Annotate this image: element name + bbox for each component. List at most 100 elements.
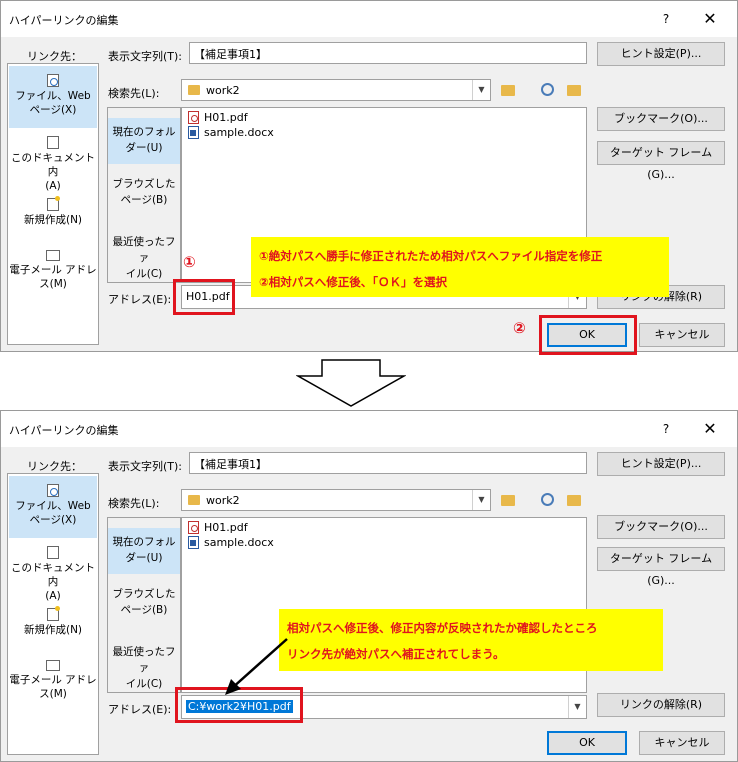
- look-in-select[interactable]: work2 ▼: [181, 489, 491, 511]
- nav-label: 電子メール アドレ: [9, 674, 97, 686]
- side-label: ページ(B): [120, 604, 168, 616]
- chevron-down-icon[interactable]: ▼: [472, 490, 490, 510]
- document-icon: [47, 546, 59, 559]
- remove-link-button[interactable]: リンクの解除(R): [597, 693, 725, 717]
- document-icon: [47, 136, 59, 149]
- file-name: H01.pdf: [204, 521, 248, 534]
- nav-label: このドキュメント内: [11, 152, 95, 178]
- address-label: アドレス(E):: [108, 703, 172, 716]
- look-in-label: 検索先(L):: [108, 497, 160, 510]
- list-item[interactable]: sample.docx: [188, 535, 274, 550]
- browse-web-icon[interactable]: [537, 80, 559, 100]
- side-item-recent-files[interactable]: 最近使ったファ イル(C): [108, 234, 180, 280]
- look-in-label: 検索先(L):: [108, 87, 160, 100]
- ok-button[interactable]: OK: [547, 731, 627, 755]
- display-text-label: 表示文字列(T):: [108, 460, 183, 473]
- nav-item-this-document[interactable]: このドキュメント内 (A): [9, 542, 97, 602]
- display-text-label: 表示文字列(T):: [108, 50, 183, 63]
- title-bar: ハイパーリンクの編集 ? ✕: [1, 411, 737, 447]
- nav-item-create-new[interactable]: 新規作成(N): [9, 194, 97, 234]
- screentip-button[interactable]: ヒント設定(P)...: [597, 42, 725, 66]
- browse-file-icon[interactable]: [563, 80, 585, 100]
- nav-label: 新規作成(N): [23, 624, 83, 636]
- note-line: 相対パスへ修正後、修正内容が反映されたか確認したところ: [287, 621, 598, 635]
- pointer-arrow-icon: [225, 638, 288, 695]
- pdf-icon: [188, 521, 199, 534]
- nav-item-create-new[interactable]: 新規作成(N): [9, 604, 97, 644]
- list-item[interactable]: H01.pdf: [188, 520, 248, 535]
- side-item-recent-files[interactable]: 最近使ったファ イル(C): [108, 644, 180, 690]
- up-folder-icon[interactable]: [497, 80, 519, 100]
- list-item[interactable]: H01.pdf: [188, 110, 248, 125]
- annotation-note-1: ①絶対パスへ勝手に修正されたため相対パスへファイル指定を修正 ②相対パスへ修正後…: [251, 237, 669, 297]
- nav-label: ページ(X): [29, 104, 77, 116]
- side-label: ブラウズした: [112, 588, 176, 600]
- bookmark-button[interactable]: ブックマーク(O)...: [597, 515, 725, 539]
- side-item-browsed-pages[interactable]: ブラウズした ページ(B): [108, 176, 180, 216]
- side-label: イル(C): [125, 268, 163, 280]
- cancel-button[interactable]: キャンセル: [639, 323, 725, 347]
- up-folder-icon[interactable]: [497, 490, 519, 510]
- nav-label: (A): [45, 180, 61, 192]
- file-name: sample.docx: [204, 126, 274, 139]
- side-label: 現在のフォル: [112, 536, 176, 548]
- close-button[interactable]: ✕: [695, 417, 725, 441]
- address-value: H01.pdf: [186, 290, 230, 303]
- word-doc-icon: [188, 536, 199, 549]
- help-button[interactable]: ?: [651, 417, 681, 441]
- globe-icon: [47, 74, 59, 87]
- nav-item-file-web-page[interactable]: ファイル、Web ページ(X): [9, 66, 97, 128]
- display-text-input[interactable]: 【補足事項1】: [189, 42, 587, 64]
- address-input[interactable]: C:¥work2¥H01.pdf ▼: [181, 695, 587, 719]
- new-document-icon: [47, 196, 60, 211]
- look-in-value: work2: [206, 84, 240, 97]
- chevron-down-icon[interactable]: ▼: [568, 696, 586, 718]
- side-label: イル(C): [125, 678, 163, 690]
- side-label: 最近使ったファ: [112, 646, 176, 674]
- nav-label: 新規作成(N): [23, 214, 83, 226]
- help-button[interactable]: ?: [651, 7, 681, 31]
- nav-item-file-web-page[interactable]: ファイル、Web ページ(X): [9, 476, 97, 538]
- browse-web-icon[interactable]: [537, 490, 559, 510]
- screentip-button[interactable]: ヒント設定(P)...: [597, 452, 725, 476]
- folder-icon: [188, 85, 200, 95]
- ok-button[interactable]: OK: [547, 323, 627, 347]
- bookmark-button[interactable]: ブックマーク(O)...: [597, 107, 725, 131]
- side-label: ダー(U): [125, 552, 163, 564]
- close-button[interactable]: ✕: [695, 7, 725, 31]
- look-in-sidebar: 現在のフォル ダー(U) ブラウズした ページ(B) 最近使ったファ イル(C): [107, 517, 181, 693]
- dialog-title: ハイパーリンクの編集: [9, 424, 119, 437]
- display-text-input[interactable]: 【補足事項1】: [189, 452, 587, 474]
- note-line: ②相対パスへ修正後、「ＯＫ」を選択: [259, 275, 447, 289]
- chevron-down-icon[interactable]: ▼: [472, 80, 490, 100]
- link-to-nav: ファイル、Web ページ(X) このドキュメント内 (A) 新規作成(N) 電子…: [7, 63, 99, 345]
- nav-label: ス(M): [39, 278, 67, 290]
- side-item-current-folder[interactable]: 現在のフォル ダー(U): [108, 118, 180, 164]
- look-in-select[interactable]: work2 ▼: [181, 79, 491, 101]
- folder-icon: [188, 495, 200, 505]
- nav-item-email-address[interactable]: 電子メール アドレ ス(M): [9, 246, 97, 296]
- target-frame-button[interactable]: ターゲット フレーム(G)...: [597, 141, 725, 181]
- side-label: ページ(B): [120, 194, 168, 206]
- down-arrow-icon: [296, 359, 406, 407]
- side-label: ダー(U): [125, 142, 163, 154]
- new-document-icon: [47, 606, 60, 621]
- cancel-button[interactable]: キャンセル: [639, 731, 725, 755]
- annotation-marker-2: ②: [513, 319, 526, 337]
- side-item-browsed-pages[interactable]: ブラウズした ページ(B): [108, 586, 180, 626]
- note-line: リンク先が絶対パスへ補正されてしまう。: [287, 647, 505, 661]
- target-frame-button[interactable]: ターゲット フレーム(G)...: [597, 547, 725, 587]
- list-item[interactable]: sample.docx: [188, 125, 274, 140]
- email-icon: [46, 660, 60, 671]
- globe-icon: [47, 484, 59, 497]
- link-to-label: リンク先：: [27, 460, 82, 473]
- link-to-nav: ファイル、Web ページ(X) このドキュメント内 (A) 新規作成(N) 電子…: [7, 473, 99, 755]
- nav-label: ページ(X): [29, 514, 77, 526]
- dialog-title: ハイパーリンクの編集: [9, 14, 119, 27]
- side-item-current-folder[interactable]: 現在のフォル ダー(U): [108, 528, 180, 574]
- address-value: C:¥work2¥H01.pdf: [186, 700, 293, 713]
- nav-item-email-address[interactable]: 電子メール アドレ ス(M): [9, 656, 97, 706]
- nav-item-this-document[interactable]: このドキュメント内 (A): [9, 132, 97, 192]
- annotation-note-2: 相対パスへ修正後、修正内容が反映されたか確認したところ リンク先が絶対パスへ補正…: [279, 609, 663, 671]
- browse-file-icon[interactable]: [563, 490, 585, 510]
